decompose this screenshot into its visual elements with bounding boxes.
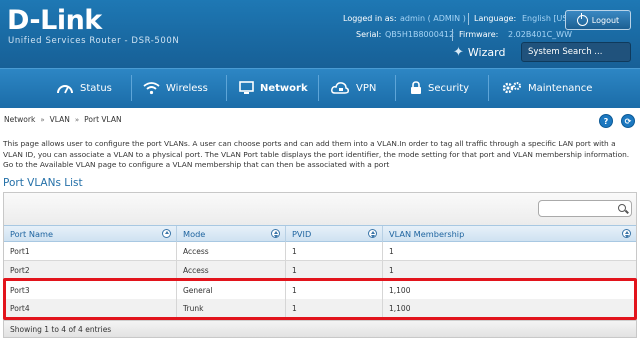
serial-label: Serial: (356, 30, 382, 39)
nav-divider (395, 75, 396, 101)
main-nav: Status Wireless Network VPN Security Mai… (0, 68, 640, 108)
header-divider (452, 29, 453, 41)
breadcrumb-separator: » (74, 115, 80, 124)
refresh-button[interactable]: ⟳ (621, 114, 635, 128)
system-search-input[interactable]: System Search ... (521, 42, 631, 62)
entries-count: Showing 1 to 4 of 4 entries (10, 325, 112, 334)
table-header: Port Name Mode PVID VLAN Membership (4, 225, 636, 242)
wifi-icon (143, 82, 160, 95)
power-icon (576, 12, 588, 26)
nav-label-security: Security (428, 82, 470, 94)
nav-item-network[interactable]: Network (239, 69, 308, 107)
column-header-vlan-membership[interactable]: VLAN Membership (383, 226, 636, 242)
column-header-mode[interactable]: Mode (177, 226, 286, 242)
language-value[interactable]: English [US] (522, 14, 571, 23)
sort-icon (622, 229, 631, 238)
cell-pvid: 1 (286, 261, 383, 279)
cell-mode: Access (177, 261, 286, 279)
sort-icon (271, 229, 280, 238)
nav-label-wireless: Wireless (166, 82, 208, 94)
table-row[interactable]: Port1 Access 1 1 (4, 242, 636, 261)
help-button[interactable]: ? (599, 114, 613, 128)
breadcrumb-separator: » (40, 115, 45, 124)
padlock-icon (411, 81, 421, 94)
nav-label-maintenance: Maintenance (528, 82, 593, 94)
highlight-box (3, 278, 637, 320)
cell-port-name: Port2 (4, 261, 177, 279)
nav-item-security[interactable]: Security (410, 69, 469, 107)
nav-item-maintenance[interactable]: Maintenance (502, 69, 592, 107)
search-icon (618, 204, 626, 212)
firmware-value: 2.02B401C_WW (508, 30, 572, 39)
page-description: This page allows user to configure the p… (3, 139, 630, 169)
column-header-port-name[interactable]: Port Name (4, 226, 177, 242)
wizard-link[interactable]: ✦ Wizard (453, 45, 505, 60)
column-label: VLAN Membership (389, 229, 465, 239)
sort-icon (368, 229, 377, 238)
nav-divider (131, 75, 132, 101)
nav-label-status: Status (80, 82, 112, 94)
breadcrumb-item[interactable]: VLAN (50, 115, 70, 124)
logout-button[interactable]: Logout (565, 10, 631, 30)
logged-in-user: admin ( ADMIN ) (400, 14, 466, 23)
product-subtitle: Unified Services Router - DSR-500N (8, 36, 180, 46)
table-footer: Showing 1 to 4 of 4 entries (4, 320, 636, 337)
cloud-lock-icon (331, 82, 349, 94)
breadcrumb-item[interactable]: Network (4, 115, 35, 124)
breadcrumb: Network » VLAN » Port VLAN (4, 115, 122, 124)
gauge-icon (57, 85, 73, 94)
nav-label-network: Network (260, 82, 308, 94)
column-header-pvid[interactable]: PVID (286, 226, 383, 242)
serial-value: QB5H1B8000412 (385, 30, 455, 39)
cell-vlan-membership: 1 (389, 247, 394, 256)
language-label: Language: (474, 14, 517, 23)
column-label: Port Name (10, 229, 53, 239)
nav-item-wireless[interactable]: Wireless (143, 69, 208, 107)
cell-vlan-membership: 1 (389, 266, 394, 275)
logged-in-label: Logged in as: (343, 14, 397, 23)
nav-divider (226, 75, 227, 101)
nav-divider (488, 75, 489, 101)
monitor-icon (239, 81, 254, 94)
dlink-logo: D-Link (7, 5, 102, 36)
nav-item-vpn[interactable]: VPN (331, 69, 376, 107)
table-toolbar (4, 193, 636, 225)
cell-port-name: Port1 (4, 242, 177, 260)
column-label: PVID (292, 229, 312, 239)
nav-label-vpn: VPN (356, 82, 377, 94)
section-title: Port VLANs List (3, 177, 83, 189)
column-label: Mode (183, 229, 206, 239)
breadcrumb-item: Port VLAN (84, 115, 122, 124)
cell-pvid: 1 (286, 242, 383, 260)
gears-icon (502, 82, 521, 94)
wand-icon: ✦ (453, 45, 464, 60)
nav-item-status[interactable]: Status (56, 69, 112, 107)
sort-asc-icon (162, 229, 171, 238)
table-search-input[interactable] (538, 200, 632, 217)
cell-mode: Access (177, 242, 286, 260)
firmware-label: Firmware: (459, 30, 499, 39)
header-divider (468, 13, 469, 25)
header-bar: D-Link Unified Services Router - DSR-500… (0, 0, 640, 68)
nav-divider (318, 75, 319, 101)
logout-label: Logout (591, 15, 620, 25)
wizard-label: Wizard (467, 46, 506, 59)
